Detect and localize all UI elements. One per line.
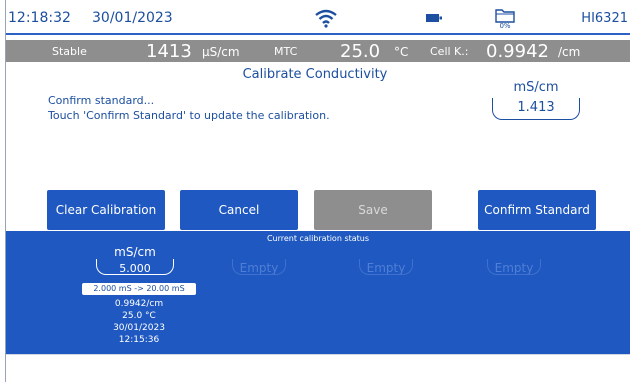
conductivity-value: 1413 bbox=[146, 41, 192, 62]
instruction-line-1: Confirm standard... bbox=[48, 94, 155, 107]
slot-value-frame bbox=[487, 259, 541, 275]
reading-bar: Stable 1413 µS/cm MTC 25.0 °C Cell K.: 0… bbox=[6, 40, 630, 62]
temperature-unit: °C bbox=[394, 45, 409, 59]
cancel-button[interactable]: Cancel bbox=[180, 190, 298, 230]
clock-time: 12:18:32 bbox=[8, 10, 71, 26]
calibration-slot-4: Empty bbox=[483, 259, 545, 275]
calibration-status-panel: Current calibration status mS/cm 5.000 2… bbox=[6, 231, 630, 354]
clear-calibration-button[interactable]: Clear Calibration bbox=[47, 190, 165, 230]
slot-value-frame bbox=[359, 259, 413, 275]
model-name: HI6321 bbox=[581, 11, 628, 26]
panel-divider bbox=[6, 354, 630, 355]
slot-value-frame bbox=[232, 259, 286, 275]
save-button[interactable]: Save bbox=[314, 190, 432, 230]
calibration-status-title: Current calibration status bbox=[266, 234, 370, 243]
slot-unit: mS/cm bbox=[114, 245, 156, 259]
slot-temperature: 25.0 °C bbox=[122, 311, 156, 321]
clock-date: 30/01/2023 bbox=[92, 10, 173, 26]
stability-indicator: Stable bbox=[52, 45, 87, 58]
temperature-mode: MTC bbox=[274, 45, 298, 58]
status-bar: 12:18:32 30/01/2023 0% HI6321 bbox=[6, 6, 630, 34]
cell-constant-label: Cell K.: bbox=[430, 45, 469, 58]
standard-value: 1.413 bbox=[517, 100, 555, 115]
conductivity-unit: µS/cm bbox=[202, 45, 240, 59]
storage-percent: 0% bbox=[499, 22, 511, 30]
battery-icon bbox=[426, 14, 442, 22]
slot-cell-constant: 0.9942/cm bbox=[114, 299, 164, 309]
slot-time: 12:15:36 bbox=[118, 335, 160, 345]
page-title: Calibrate Conductivity bbox=[242, 67, 388, 82]
slot-date: 30/01/2023 bbox=[113, 323, 165, 333]
wifi-icon bbox=[315, 9, 337, 28]
header-divider bbox=[6, 33, 630, 35]
slot-value: 5.000 bbox=[119, 262, 151, 275]
confirm-standard-button[interactable]: Confirm Standard bbox=[478, 190, 596, 230]
calibration-slot-2: Empty bbox=[228, 259, 290, 275]
instruction-line-2: Touch 'Confirm Standard' to update the c… bbox=[48, 109, 330, 122]
calibration-slot-3: Empty bbox=[355, 259, 417, 275]
cell-constant-unit: /cm bbox=[558, 45, 581, 59]
temperature-value: 25.0 bbox=[340, 41, 381, 62]
calibration-range: 2.000 mS -> 20.00 mS bbox=[82, 283, 196, 295]
cell-constant-value: 0.9942 bbox=[486, 41, 549, 62]
standard-unit: mS/cm bbox=[513, 80, 559, 95]
calibration-slot-1: mS/cm 5.000 bbox=[96, 245, 174, 275]
